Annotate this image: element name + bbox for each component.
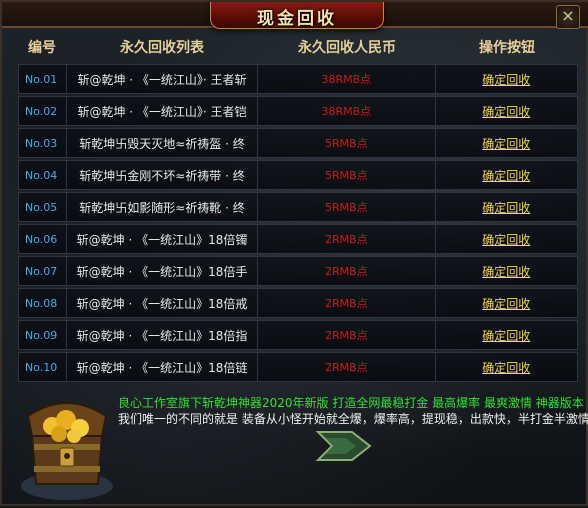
row-price: 2RMB点 <box>258 257 436 285</box>
table-row: No.07 斩@乾坤 · 《一统江山》18倍手 2RMB点 确定回收 <box>18 256 578 286</box>
title-plate: 现金回收 <box>210 2 384 29</box>
row-price: 5RMB点 <box>258 193 436 221</box>
announcement-line-2: 我们唯一的不同的就是 装备从小怪开始就全爆，爆率高，提现稳，出款快，半打金半激情 <box>118 412 588 426</box>
header-number: 编号 <box>28 40 56 56</box>
row-item-name: 斩@乾坤 · 《一统江山》18倍镯 <box>67 225 259 253</box>
row-action-cell: 确定回收 <box>436 225 577 253</box>
row-item-name: 斩@乾坤 · 《一统江山》18倍链 <box>67 353 259 381</box>
table-row: No.08 斩@乾坤 · 《一统江山》18倍戒 2RMB点 确定回收 <box>18 288 578 318</box>
row-price: 2RMB点 <box>258 289 436 317</box>
row-number: No.05 <box>19 193 67 221</box>
footer-area: 良心工作室旗下斩乾坤神器2020年新版 打造全网最稳打金 最高爆率 最爽激情 神… <box>2 386 588 508</box>
row-number: No.06 <box>19 225 67 253</box>
row-price: 38RMB点 <box>258 97 436 125</box>
table-row: No.02 斩@乾坤 · 《一统江山》· 王者铠 38RMB点 确定回收 <box>18 96 578 126</box>
confirm-recycle-link[interactable]: 确定回收 <box>482 263 530 280</box>
panel-title: 现金回收 <box>257 9 337 29</box>
row-price: 38RMB点 <box>258 65 436 93</box>
row-item-name: 斩@乾坤 · 《一统江山》18倍指 <box>67 321 259 349</box>
row-action-cell: 确定回收 <box>436 129 577 157</box>
announcement-line-1: 良心工作室旗下斩乾坤神器2020年新版 打造全网最稳打金 最高爆率 最爽激情 神… <box>118 396 584 410</box>
table-row: No.04 斩乾坤卐金刚不坏≈祈祷带 · 终 5RMB点 确定回收 <box>18 160 578 190</box>
confirm-recycle-link[interactable]: 确定回收 <box>482 71 530 88</box>
recycle-table: No.01 斩@乾坤 · 《一统江山》· 王者斩 38RMB点 确定回收 No.… <box>18 64 578 384</box>
row-number: No.01 <box>19 65 67 93</box>
row-action-cell: 确定回收 <box>436 97 577 125</box>
table-row: No.06 斩@乾坤 · 《一统江山》18倍镯 2RMB点 确定回收 <box>18 224 578 254</box>
confirm-recycle-link[interactable]: 确定回收 <box>482 327 530 344</box>
row-number: No.02 <box>19 97 67 125</box>
confirm-recycle-link[interactable]: 确定回收 <box>482 359 530 376</box>
row-price: 5RMB点 <box>258 161 436 189</box>
row-item-name: 斩@乾坤 · 《一统江山》· 王者铠 <box>67 97 259 125</box>
row-item-name: 斩乾坤卐如影随形≈祈祷靴 · 终 <box>67 193 259 221</box>
row-number: No.10 <box>19 353 67 381</box>
recycle-panel: 现金回收 × 编号 永久回收列表 永久回收人民币 操作按钮 No.01 斩@乾坤… <box>0 0 588 506</box>
row-number: No.04 <box>19 161 67 189</box>
chevron-right-icon[interactable] <box>312 428 376 464</box>
table-header: 编号 永久回收列表 永久回收人民币 操作按钮 <box>18 32 578 62</box>
header-item-list: 永久回收列表 <box>120 40 204 56</box>
row-number: No.08 <box>19 289 67 317</box>
row-item-name: 斩乾坤卐毁天灭地≈祈祷盔 · 终 <box>67 129 259 157</box>
row-action-cell: 确定回收 <box>436 65 577 93</box>
confirm-recycle-link[interactable]: 确定回收 <box>482 295 530 312</box>
treasure-chest-icon <box>21 402 113 500</box>
row-number: No.09 <box>19 321 67 349</box>
row-action-cell: 确定回收 <box>436 321 577 349</box>
row-item-name: 斩@乾坤 · 《一统江山》18倍手 <box>67 257 259 285</box>
table-row: No.05 斩乾坤卐如影随形≈祈祷靴 · 终 5RMB点 确定回收 <box>18 192 578 222</box>
row-number: No.03 <box>19 129 67 157</box>
row-item-name: 斩乾坤卐金刚不坏≈祈祷带 · 终 <box>67 161 259 189</box>
row-action-cell: 确定回收 <box>436 353 577 381</box>
confirm-recycle-link[interactable]: 确定回收 <box>482 103 530 120</box>
table-row: No.10 斩@乾坤 · 《一统江山》18倍链 2RMB点 确定回收 <box>18 352 578 382</box>
row-action-cell: 确定回收 <box>436 193 577 221</box>
row-number: No.07 <box>19 257 67 285</box>
row-price: 2RMB点 <box>258 225 436 253</box>
row-action-cell: 确定回收 <box>436 161 577 189</box>
row-action-cell: 确定回收 <box>436 257 577 285</box>
row-price: 2RMB点 <box>258 353 436 381</box>
table-row: No.01 斩@乾坤 · 《一统江山》· 王者斩 38RMB点 确定回收 <box>18 64 578 94</box>
close-button[interactable]: × <box>556 5 580 29</box>
row-price: 2RMB点 <box>258 321 436 349</box>
row-item-name: 斩@乾坤 · 《一统江山》· 王者斩 <box>67 65 259 93</box>
header-action: 操作按钮 <box>479 40 535 56</box>
table-row: No.03 斩乾坤卐毁天灭地≈祈祷盔 · 终 5RMB点 确定回收 <box>18 128 578 158</box>
table-row: No.09 斩@乾坤 · 《一统江山》18倍指 2RMB点 确定回收 <box>18 320 578 350</box>
row-item-name: 斩@乾坤 · 《一统江山》18倍戒 <box>67 289 259 317</box>
header-rmb: 永久回收人民币 <box>298 40 396 56</box>
row-action-cell: 确定回收 <box>436 289 577 317</box>
row-price: 5RMB点 <box>258 129 436 157</box>
confirm-recycle-link[interactable]: 确定回收 <box>482 231 530 248</box>
confirm-recycle-link[interactable]: 确定回收 <box>482 135 530 152</box>
confirm-recycle-link[interactable]: 确定回收 <box>482 167 530 184</box>
confirm-recycle-link[interactable]: 确定回收 <box>482 199 530 216</box>
